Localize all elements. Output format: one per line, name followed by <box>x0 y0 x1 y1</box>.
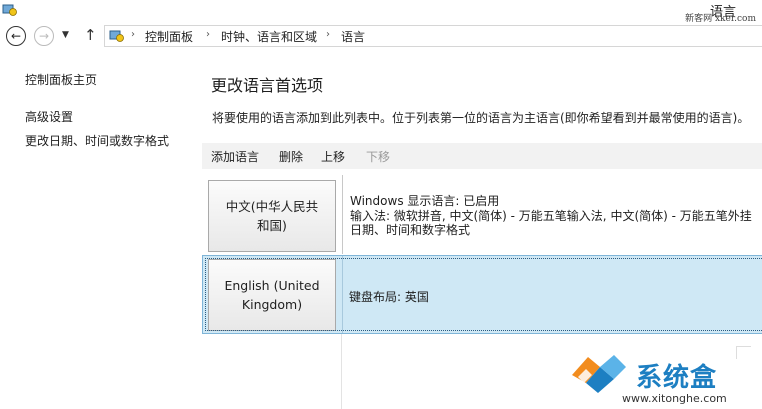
language-toolbar: 添加语言 删除 上移 下移 <box>202 143 762 169</box>
address-field[interactable]: › 控制面板 › 时钟、语言和区域 › 语言 <box>104 25 762 47</box>
breadcrumb-control-panel[interactable]: 控制面板 <box>145 28 193 45</box>
breadcrumb-separator-icon[interactable]: › <box>131 29 135 40</box>
breadcrumb-separator-icon[interactable]: › <box>206 29 210 40</box>
row-divider <box>342 256 343 333</box>
back-button[interactable]: ← <box>6 26 26 46</box>
add-language-button[interactable]: 添加语言 <box>211 148 259 165</box>
control-panel-icon <box>109 30 124 42</box>
language-details: Windows 显示语言: 已启用 输入法: 微软拼音, 中文(简体) - 万能… <box>350 194 752 238</box>
sidebar-control-panel-home[interactable]: 控制面板主页 <box>25 71 97 88</box>
list-divider <box>341 334 342 409</box>
input-methods: 输入法: 微软拼音, 中文(简体) - 万能五笔输入法, 中文(简体) - 万能… <box>350 208 752 223</box>
language-tile-chinese[interactable]: 中文(中华人民共 和国) <box>208 180 336 252</box>
display-language-status: Windows 显示语言: 已启用 <box>350 194 500 208</box>
site-logo: 系统盒 www.xitonghe.com <box>566 351 762 409</box>
breadcrumb-separator-icon[interactable]: › <box>326 29 330 40</box>
row-divider <box>342 175 343 254</box>
page-title: 更改语言首选项 <box>211 76 324 95</box>
breadcrumb-language[interactable]: 语言 <box>341 28 365 45</box>
language-list-item-selected[interactable]: English (United Kingdom) 键盘布局: 英国 <box>202 255 762 334</box>
sidebar-advanced-settings[interactable]: 高级设置 <box>25 108 73 125</box>
sidebar-change-date-time-format[interactable]: 更改日期、时间或数字格式 <box>25 132 169 149</box>
forward-button[interactable]: → <box>34 26 54 46</box>
title-bar: 语言 新客网 xker.com <box>0 0 762 24</box>
language-name-line: Kingdom) <box>241 297 303 312</box>
logo-url: www.xitonghe.com <box>622 392 727 405</box>
logo-text: 系统盒 <box>636 363 718 393</box>
date-time-number-format: 日期、时间和数字格式 <box>350 223 471 237</box>
arrow-left-icon: ← <box>10 29 22 43</box>
arrow-right-icon: → <box>38 29 50 43</box>
language-name-line: 中文(中华人民共 <box>225 199 319 214</box>
page-description: 将要使用的语言添加到此列表中。位于列表第一位的语言为主语言(即你希望看到并最常使… <box>212 111 750 125</box>
keyboard-layout: 键盘布局: 英国 <box>349 290 429 304</box>
language-list-item[interactable]: 中文(中华人民共 和国) Windows 显示语言: 已启用 输入法: 微软拼音… <box>202 175 762 254</box>
up-button[interactable]: ↑ <box>84 26 97 44</box>
control-panel-icon <box>2 4 17 16</box>
move-up-button[interactable]: 上移 <box>321 148 345 165</box>
box-logo-icon <box>572 355 626 393</box>
language-name-line: English (United <box>224 278 320 293</box>
language-name-line: 和国) <box>257 218 287 233</box>
language-tile-english-uk[interactable]: English (United Kingdom) <box>208 259 336 331</box>
remove-button[interactable]: 删除 <box>279 148 303 165</box>
address-bar: ← → ▼ ↑ › 控制面板 › 时钟、语言和区域 › 语言 <box>0 22 762 50</box>
recent-locations-dropdown[interactable]: ▼ <box>62 30 69 40</box>
move-down-button[interactable]: 下移 <box>366 148 390 165</box>
language-details: 键盘布局: 英国 <box>349 290 429 305</box>
breadcrumb-clock-language-region[interactable]: 时钟、语言和区域 <box>221 28 317 45</box>
